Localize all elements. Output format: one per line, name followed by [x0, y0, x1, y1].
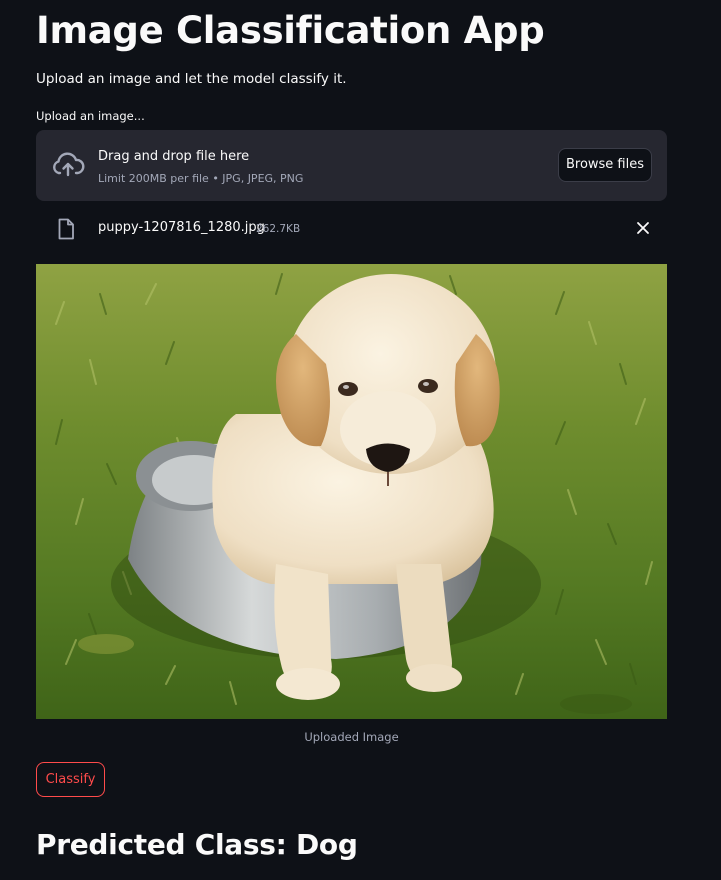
file-dropzone[interactable]: Drag and drop file here Limit 200MB per …: [36, 130, 667, 201]
browse-files-button[interactable]: Browse files: [558, 148, 652, 182]
puppy-photo: [36, 264, 667, 719]
predicted-class-heading: Predicted Class: Dog: [36, 828, 358, 861]
dropzone-limit-text: Limit 200MB per file • JPG, JPEG, PNG: [98, 172, 304, 185]
uploaded-file-size: 262.7KB: [256, 223, 301, 235]
image-caption: Uploaded Image: [304, 730, 399, 744]
close-icon[interactable]: [634, 219, 652, 237]
uploaded-file-name: puppy-1207816_1280.jpg: [98, 220, 265, 235]
file-icon: [58, 218, 74, 240]
uploader-label: Upload an image...: [36, 109, 145, 123]
page-subtitle: Upload an image and let the model classi…: [36, 71, 347, 87]
app-page: Image Classification App Upload an image…: [0, 0, 721, 880]
page-title: Image Classification App: [36, 9, 545, 52]
cloud-upload-icon: [53, 152, 85, 177]
dropzone-title: Drag and drop file here: [98, 149, 250, 164]
classify-button[interactable]: Classify: [36, 762, 105, 797]
uploaded-file-row: puppy-1207816_1280.jpg 262.7KB: [36, 208, 667, 248]
uploaded-image: [36, 264, 667, 719]
